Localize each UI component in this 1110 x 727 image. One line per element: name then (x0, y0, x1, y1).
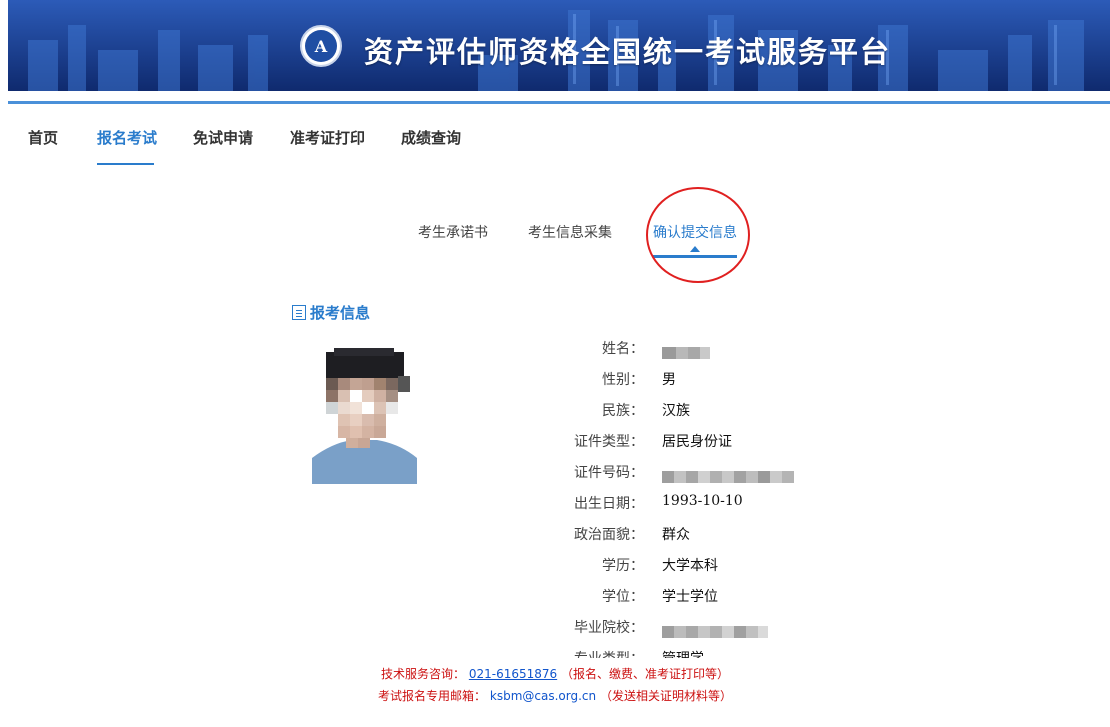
info-row-school: 毕业院校： (540, 617, 860, 641)
document-icon (292, 305, 306, 320)
step-pledge[interactable]: 考生承诺书 (418, 222, 488, 242)
info-label: 性别： (602, 372, 644, 388)
info-label: 政治面貌： (574, 527, 644, 543)
info-row-name: 姓名： (540, 338, 860, 362)
info-label: 证件类型： (574, 434, 644, 450)
info-value: 汉族 (662, 403, 690, 419)
info-label: 毕业院校： (574, 620, 644, 636)
footer-tech-phone-link[interactable]: 021-61651876 (469, 667, 557, 681)
footer-mail: 考试报名专用邮箱： ksbm@cas.org.cn （发送相关证明材料等） (0, 687, 1110, 704)
info-row-ethnicity: 民族： 汉族 (540, 400, 860, 424)
info-value: 群众 (662, 527, 690, 543)
info-row-gender: 性别： 男 (540, 369, 860, 393)
info-row-political-status: 政治面貌： 群众 (540, 524, 860, 548)
footer-tech-support: 技术服务咨询： 021-61651876 （报名、缴费、准考证打印等） (0, 665, 1110, 682)
footer-mail-note: （发送相关证明材料等） (599, 689, 732, 703)
info-row-major-type: 专业类型： 管理学 (540, 648, 860, 658)
section-title: 报考信息 (310, 304, 371, 322)
footer-mail-label: 考试报名专用邮箱： (378, 689, 487, 703)
info-label: 出生日期： (574, 496, 644, 512)
nav-item-admission-ticket[interactable]: 准考证打印 (290, 127, 365, 148)
nav-item-score-query[interactable]: 成绩查询 (401, 127, 461, 148)
info-value: 男 (662, 372, 676, 388)
info-label: 学位： (602, 589, 644, 605)
nav-item-exemption[interactable]: 免试申请 (193, 127, 253, 148)
redacted-value (662, 344, 710, 359)
info-row-id-number: 证件号码： (540, 462, 860, 486)
info-label: 民族： (602, 403, 644, 419)
section-heading: 报考信息 (292, 302, 370, 323)
highlight-circle-annotation (646, 187, 750, 283)
header-banner: A 资产评估师资格全国统一考试服务平台 (8, 0, 1110, 91)
info-label: 专业类型： (574, 648, 644, 658)
info-value: 大学本科 (662, 558, 718, 574)
redacted-value (662, 468, 794, 483)
footer-tech-note: （报名、缴费、准考证打印等） (560, 667, 729, 681)
footer-tech-label: 技术服务咨询： (381, 667, 466, 681)
info-label: 学历： (602, 558, 644, 574)
info-value: 管理学 (662, 648, 704, 658)
info-value: 学士学位 (662, 589, 718, 605)
applicant-info-list: 姓名： 性别： 男 民族： 汉族 证件类型： 居民身份证 证件号码： 出生日期：… (540, 338, 860, 658)
site-title: 资产评估师资格全国统一考试服务平台 (364, 35, 892, 69)
logo: A (300, 25, 342, 67)
applicant-photo (312, 348, 417, 484)
step-info-collection[interactable]: 考生信息采集 (528, 222, 612, 242)
redacted-value (662, 623, 768, 638)
info-value: 1993-10-10 (662, 493, 743, 509)
nav-item-home[interactable]: 首页 (28, 127, 58, 148)
info-label: 姓名： (602, 341, 644, 357)
info-row-id-type: 证件类型： 居民身份证 (540, 431, 860, 455)
header-divider (8, 101, 1110, 104)
info-value: 居民身份证 (662, 434, 732, 450)
footer-mail-address[interactable]: ksbm@cas.org.cn (490, 689, 596, 703)
info-row-education: 学历： 大学本科 (540, 555, 860, 579)
logo-mark: A (305, 30, 337, 62)
info-row-degree: 学位： 学士学位 (540, 586, 860, 610)
nav-item-register[interactable]: 报名考试 (97, 127, 157, 148)
nav-active-underline (97, 163, 154, 165)
info-row-birth-date: 出生日期： 1993-10-10 (540, 493, 860, 517)
info-label: 证件号码： (574, 465, 644, 481)
